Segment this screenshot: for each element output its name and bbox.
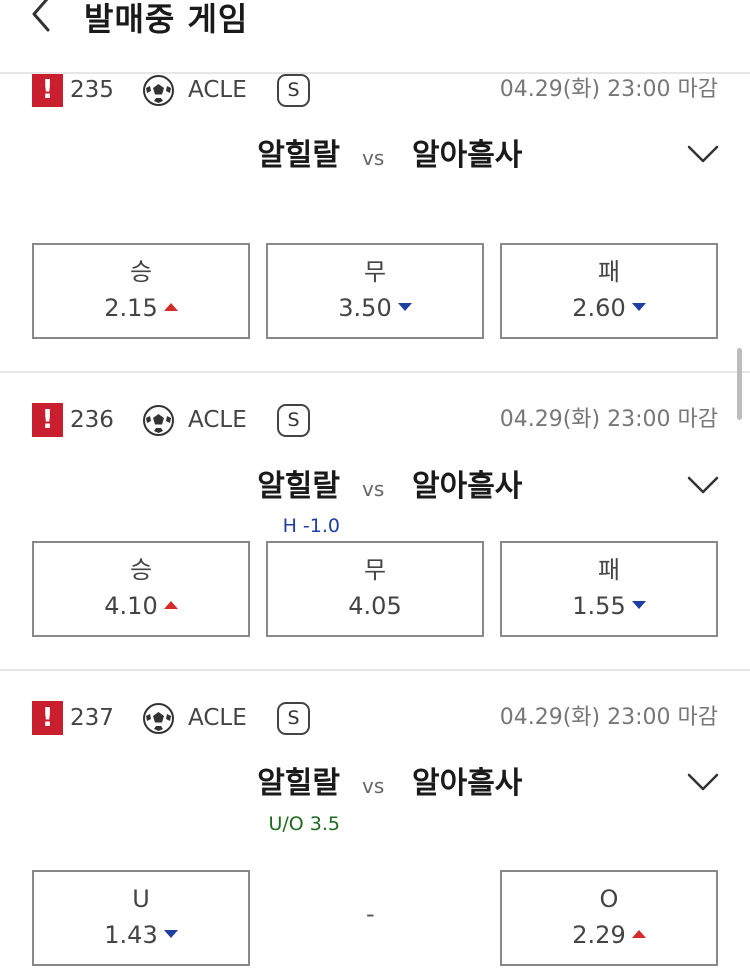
game-meta: ! 236 ACLE S 04.29(화) 23:00 마감: [32, 403, 722, 439]
back-button[interactable]: [26, 0, 66, 42]
warning-icon: !: [32, 701, 63, 735]
trend-down-icon: [631, 601, 646, 609]
trend-down-icon: [397, 303, 412, 311]
chevron-down-icon[interactable]: [687, 772, 719, 792]
odds-value: 2.60: [572, 294, 626, 322]
odds-button-win[interactable]: 승 4.10: [32, 541, 250, 637]
soccer-ball-icon: [143, 405, 174, 436]
vs-label: vs: [362, 477, 385, 501]
odds-button-draw[interactable]: 무 3.50: [266, 243, 484, 339]
odds-value-row: 4.10: [34, 591, 248, 621]
away-team: 알아흘사: [412, 469, 523, 504]
odds-button-lose[interactable]: 패 2.60: [500, 243, 718, 339]
home-team: 알힐랄: [257, 138, 340, 173]
trend-up-icon: [631, 930, 646, 938]
app-header: 발매중 게임: [0, 0, 750, 74]
odds-value: 4.10: [104, 592, 158, 620]
vs-label: vs: [362, 146, 385, 170]
odds-label: 승: [129, 556, 153, 584]
handicap-label: H -1.0: [282, 515, 340, 537]
odds-value-row: 2.15: [34, 293, 248, 323]
page-title: 발매중 게임: [84, 0, 249, 38]
odds-value: 3.50: [338, 294, 392, 322]
game-list: ! 235 ACLE S 04.29(화) 23:00 마감 알힐랄 vs 알아…: [0, 74, 750, 976]
odds-value-row: 4.05: [268, 591, 482, 621]
special-badge: S: [277, 74, 310, 107]
odds-value: 4.05: [348, 592, 402, 620]
odds-button-under[interactable]: U 1.43: [32, 870, 250, 966]
odds-value-row: 2.29: [502, 920, 716, 950]
odds-button-lose[interactable]: 패 1.55: [500, 541, 718, 637]
odds-value: 1.43: [104, 921, 158, 949]
chevron-down-icon[interactable]: [687, 144, 719, 164]
trend-down-icon: [631, 303, 646, 311]
odds-value: 2.15: [104, 294, 158, 322]
matchup: 알힐랄 vs 알아흘사: [0, 134, 750, 178]
warning-icon: !: [32, 74, 63, 107]
deadline-text: 04.29(화) 23:00 마감: [499, 407, 718, 432]
away-team: 알아흘사: [412, 766, 523, 801]
odds-label: U: [132, 885, 150, 913]
odds-label: 패: [597, 556, 621, 584]
odds-value: 2.29: [572, 921, 626, 949]
odds-label: O: [599, 885, 619, 913]
away-team: 알아흘사: [412, 138, 523, 173]
game-meta: ! 235 ACLE S 04.29(화) 23:00 마감: [32, 74, 722, 109]
matchup: 알힐랄 vs 알아흘사: [0, 465, 750, 509]
odds-value-row: 2.60: [502, 293, 716, 323]
chevron-down-icon[interactable]: [687, 475, 719, 495]
game-number: 237: [70, 705, 114, 731]
trend-up-icon: [163, 601, 178, 609]
odds-value-row: 3.50: [268, 293, 482, 323]
league-name: ACLE: [188, 407, 247, 433]
odds-label: 무: [363, 258, 387, 286]
odds-label: 패: [597, 258, 621, 286]
game-card-235: ! 235 ACLE S 04.29(화) 23:00 마감 알힐랄 vs 알아…: [0, 74, 750, 372]
home-team: 알힐랄: [257, 469, 340, 504]
deadline-text: 04.29(화) 23:00 마감: [499, 77, 718, 102]
league-name: ACLE: [188, 77, 247, 103]
game-meta: ! 237 ACLE S 04.29(화) 23:00 마감: [32, 701, 722, 737]
soccer-ball-icon: [143, 75, 174, 106]
game-number: 235: [70, 77, 114, 103]
odds-value-row: 1.43: [34, 920, 248, 950]
trend-down-icon: [163, 930, 178, 938]
odds-label: 승: [129, 258, 153, 286]
game-card-237: ! 237 ACLE S 04.29(화) 23:00 마감 알힐랄 vs 알아…: [0, 671, 750, 976]
odds-button-win[interactable]: 승 2.15: [32, 243, 250, 339]
odds-value: 1.55: [572, 592, 626, 620]
deadline-text: 04.29(화) 23:00 마감: [499, 705, 718, 730]
home-team: 알힐랄: [257, 766, 340, 801]
special-badge: S: [277, 702, 310, 735]
scrollbar-thumb[interactable]: [737, 348, 742, 420]
trend-up-icon: [163, 303, 178, 311]
matchup: 알힐랄 vs 알아흘사: [0, 762, 750, 806]
special-badge: S: [277, 404, 310, 437]
soccer-ball-icon: [143, 703, 174, 734]
league-name: ACLE: [188, 705, 247, 731]
vs-label: vs: [362, 774, 385, 798]
warning-icon: !: [32, 403, 63, 437]
odds-label: 무: [363, 556, 387, 584]
odds-button-over[interactable]: O 2.29: [500, 870, 718, 966]
game-card-236: ! 236 ACLE S 04.29(화) 23:00 마감 알힐랄 vs 알아…: [0, 373, 750, 671]
no-draw-dash: -: [366, 900, 375, 928]
odds-button-draw[interactable]: 무 4.05: [266, 541, 484, 637]
chevron-left-icon: [32, 0, 50, 32]
odds-value-row: 1.55: [502, 591, 716, 621]
game-number: 236: [70, 407, 114, 433]
over-under-label: U/O 3.5: [268, 813, 340, 835]
